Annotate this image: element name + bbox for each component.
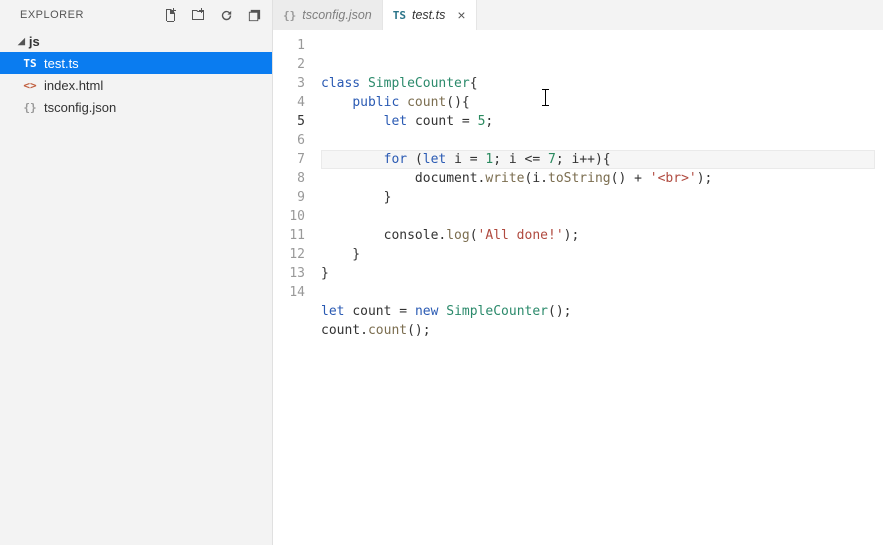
- line-number: 9: [273, 188, 305, 207]
- code-line[interactable]: let count = 5;: [321, 112, 883, 131]
- folder-js[interactable]: ◢ js: [0, 30, 272, 52]
- code-line[interactable]: document.write(i.toString() + '<br>');: [321, 169, 883, 188]
- tab-label: test.ts: [412, 8, 445, 22]
- file-list: TS test.ts <> index.html {} tsconfig.json: [0, 52, 272, 118]
- chevron-down-icon: ◢: [18, 36, 25, 47]
- code-line[interactable]: }: [321, 264, 883, 283]
- line-number: 12: [273, 245, 305, 264]
- explorer-sidebar: EXPLORER ◢ js TS test.ts <> index.html {} tsc…: [0, 0, 273, 545]
- code-lines[interactable]: class SimpleCounter{ public count(){ let…: [321, 36, 883, 545]
- file-label: test.ts: [44, 56, 79, 71]
- line-number-gutter: 1234567891011121314: [273, 36, 321, 545]
- line-number: 5: [273, 112, 305, 131]
- line-number: 11: [273, 226, 305, 245]
- new-folder-icon[interactable]: [190, 7, 206, 23]
- code-line[interactable]: }: [321, 245, 883, 264]
- editor-area: {}tsconfig.jsonTStest.ts× 12345678910111…: [273, 0, 883, 545]
- file-label: tsconfig.json: [44, 100, 116, 115]
- folder-label: js: [29, 34, 40, 49]
- line-number: 3: [273, 74, 305, 93]
- line-number: 2: [273, 55, 305, 74]
- json-file-icon: {}: [22, 101, 38, 114]
- tab-label: tsconfig.json: [302, 8, 371, 22]
- explorer-actions: [162, 7, 262, 23]
- file-label: index.html: [44, 78, 103, 93]
- line-number: 4: [273, 93, 305, 112]
- code-line[interactable]: console.log('All done!');: [321, 226, 883, 245]
- code-area[interactable]: 1234567891011121314 class SimpleCounter{…: [273, 30, 883, 545]
- code-line[interactable]: [321, 131, 883, 150]
- file-row-index-html[interactable]: <> index.html: [0, 74, 272, 96]
- html-file-icon: <>: [22, 79, 38, 92]
- json-file-icon: {}: [283, 9, 296, 22]
- line-number: 10: [273, 207, 305, 226]
- tab-test-ts[interactable]: TS test.ts ×: [383, 0, 477, 30]
- line-number: 8: [273, 169, 305, 188]
- explorer-title: EXPLORER: [20, 9, 162, 21]
- code-line[interactable]: class SimpleCounter{: [321, 74, 883, 93]
- refresh-icon[interactable]: [218, 7, 234, 23]
- line-number: 7: [273, 150, 305, 169]
- line-number: 6: [273, 131, 305, 150]
- file-row-tsconfig-json[interactable]: {} tsconfig.json: [0, 96, 272, 118]
- explorer-header: EXPLORER: [0, 0, 272, 30]
- ts-file-icon: TS: [22, 57, 38, 70]
- new-file-icon[interactable]: [162, 7, 178, 23]
- text-cursor: [545, 89, 546, 106]
- code-line[interactable]: [321, 207, 883, 226]
- file-row-test-ts[interactable]: TS test.ts: [0, 52, 272, 74]
- ts-file-icon: TS: [393, 9, 406, 22]
- line-number: 1: [273, 36, 305, 55]
- code-line[interactable]: count.count();: [321, 321, 883, 340]
- line-number: 13: [273, 264, 305, 283]
- tab-tsconfig-json[interactable]: {} tsconfig.json: [273, 0, 383, 30]
- tab-bar: {} tsconfig.json TS test.ts ×: [273, 0, 883, 30]
- collapse-all-icon[interactable]: [246, 7, 262, 23]
- code-line[interactable]: public count(){: [321, 93, 883, 112]
- close-icon[interactable]: ×: [457, 8, 465, 22]
- code-line[interactable]: [321, 283, 883, 302]
- code-line[interactable]: }: [321, 188, 883, 207]
- code-line[interactable]: for (let i = 1; i <= 7; i++){: [321, 150, 875, 169]
- code-line[interactable]: let count = new SimpleCounter();: [321, 302, 883, 321]
- line-number: 14: [273, 283, 305, 302]
